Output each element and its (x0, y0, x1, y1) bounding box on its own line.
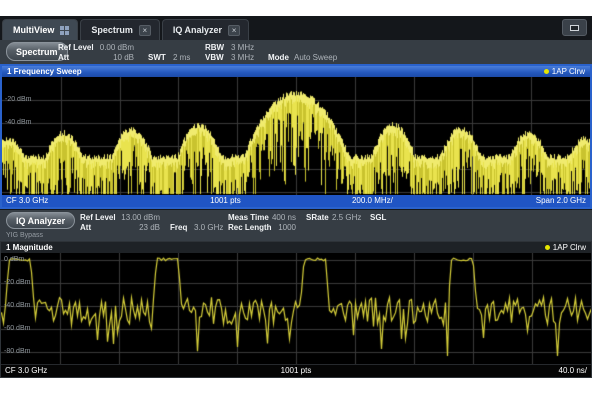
trace-dot-icon (544, 69, 549, 74)
frequency-sweep-title: 1 Frequency Sweep (7, 67, 82, 76)
magnitude-window: 1 Magnitude 1AP Clrw 0 dBm -20 dBm -40 dBm… (0, 241, 592, 378)
pts-label: 1001 pts (281, 366, 312, 375)
magnitude-axis-bar: CF 3.0 GHz 1001 pts 40.0 ns/ (1, 364, 591, 377)
span-label: Span 2.0 GHz (536, 196, 586, 205)
iq-att-value: 23 dB (116, 223, 160, 232)
y-axis-tick-label: 0 dBm (4, 256, 24, 263)
cf-label: CF 3.0 GHz (6, 196, 48, 205)
tab-multiview[interactable]: MultiView (2, 19, 78, 40)
meas-time-value: 400 ns (268, 213, 296, 222)
mode-value: Auto Sweep (294, 53, 337, 62)
spectrum-chart[interactable]: -20 dBm -40 dBm (2, 77, 590, 195)
rbw-value: 3 MHz (231, 43, 254, 52)
ref-level-value: 0.00 dBm (94, 43, 134, 52)
spectrum-axis-bar: CF 3.0 GHz 1001 pts 200.0 MHz/ Span 2.0 … (2, 195, 590, 207)
tab-multiview-label: MultiView (13, 25, 54, 35)
tab-iq-analyzer[interactable]: IQ Analyzer × (162, 19, 249, 40)
display-button[interactable] (562, 19, 587, 36)
grid-icon (60, 26, 69, 35)
att-label: Att (58, 53, 69, 62)
sgl-flag: SGL (370, 213, 386, 222)
display-icon (570, 25, 579, 31)
att-value: 10 dB (94, 53, 134, 62)
tab-spectrum[interactable]: Spectrum × (80, 19, 160, 40)
y-axis-tick-label: -20 dBm (5, 96, 31, 103)
iq-freq-label: Freq (170, 223, 187, 232)
perdiv-label: 40.0 ns/ (559, 366, 587, 375)
iq-channel-header: IQ Analyzer YIG Bypass Ref Level 13.00 d… (0, 209, 592, 241)
iq-channel-button[interactable]: IQ Analyzer (6, 212, 75, 229)
vbw-value: 3 MHz (231, 53, 254, 62)
y-axis-tick-label: -20 dBm (4, 279, 30, 286)
cf-label: CF 3.0 GHz (5, 366, 47, 375)
srate-label: SRate (306, 213, 329, 222)
frequency-sweep-window: 1 Frequency Sweep 1AP Clrw -20 dBm -40 dB… (0, 64, 592, 209)
trace-dot-icon (545, 245, 550, 250)
tab-spectrum-label: Spectrum (91, 25, 133, 35)
rec-length-value: 1000 (268, 223, 296, 232)
magnitude-title: 1 Magnitude (6, 243, 53, 252)
y-axis-tick-label: -60 dBm (4, 325, 30, 332)
swt-value: 2 ms (173, 53, 190, 62)
srate-value: 2.5 GHz (332, 213, 361, 222)
tab-iq-analyzer-label: IQ Analyzer (173, 25, 222, 35)
trace-legend[interactable]: 1AP Clrw (544, 67, 585, 76)
swt-label: SWT (148, 53, 166, 62)
pts-label: 1001 pts (210, 196, 241, 205)
rbw-label: RBW (205, 43, 224, 52)
ref-level-label: Ref Level (58, 43, 94, 52)
mode-label: Mode (268, 53, 289, 62)
rec-length-label: Rec Length (228, 223, 272, 232)
yig-bypass-label: YIG Bypass (6, 232, 43, 239)
iq-freq-value: 3.0 GHz (194, 223, 223, 232)
frequency-sweep-titlebar: 1 Frequency Sweep 1AP Clrw (2, 66, 590, 77)
analyzer-screen: MultiView Spectrum × IQ Analyzer × Spect… (0, 16, 592, 378)
y-axis-tick-label: -80 dBm (4, 348, 30, 355)
y-axis-tick-label: -40 dBm (5, 119, 31, 126)
close-icon[interactable]: × (228, 25, 240, 36)
tab-bar: MultiView Spectrum × IQ Analyzer × (0, 16, 592, 40)
magnitude-chart[interactable]: 0 dBm -20 dBm -40 dBm -60 dBm -80 dBm (1, 253, 591, 364)
y-axis-tick-label: -40 dBm (4, 302, 30, 309)
iq-ref-level-label: Ref Level (80, 213, 116, 222)
perdiv-label: 200.0 MHz/ (352, 196, 393, 205)
trace-legend[interactable]: 1AP Clrw (545, 243, 586, 252)
iq-ref-level-value: 13.00 dBm (116, 213, 160, 222)
trace-legend-label: 1AP Clrw (553, 243, 586, 252)
spectrum-channel-header: Spectrum Ref Level 0.00 dBm Att 10 dB SW… (0, 40, 592, 64)
meas-time-label: Meas Time (228, 213, 269, 222)
magnitude-titlebar: 1 Magnitude 1AP Clrw (1, 242, 591, 253)
trace-legend-label: 1AP Clrw (552, 67, 585, 76)
iq-att-label: Att (80, 223, 91, 232)
close-icon[interactable]: × (139, 25, 151, 36)
vbw-label: VBW (205, 53, 224, 62)
